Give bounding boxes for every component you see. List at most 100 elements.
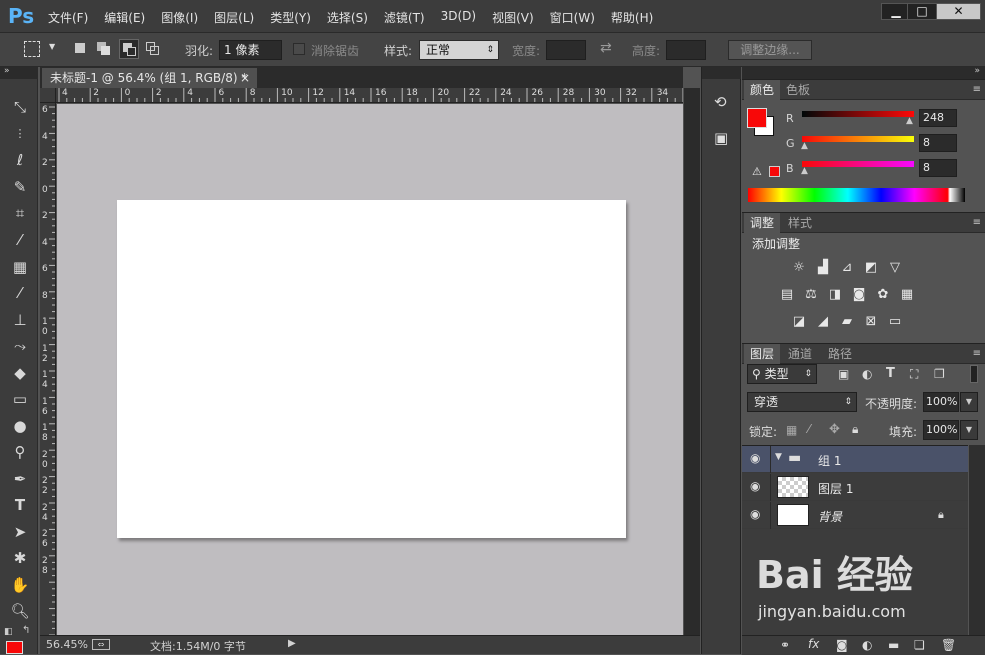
tab-swatches[interactable]: 色板 <box>780 80 816 100</box>
marquee-tool-icon[interactable]: ⋮ <box>9 123 31 145</box>
eyedropper-tool-icon[interactable]: ⁄ <box>9 229 31 251</box>
new-adjustment-layer-icon[interactable]: ◐ <box>862 638 872 652</box>
history-brush-tool-icon[interactable]: ⤳ <box>9 335 31 357</box>
toolbar-collapse-strip[interactable]: » <box>0 66 38 79</box>
layer-name[interactable]: 组 1 <box>818 452 841 469</box>
filter-smart-object-icon[interactable]: ❐ <box>934 367 945 381</box>
r-value-input[interactable]: 248 <box>919 109 957 127</box>
threshold-icon[interactable]: ▰ <box>838 315 856 329</box>
ruler-origin[interactable] <box>40 88 56 103</box>
lasso-tool-icon[interactable]: ℓ <box>9 149 31 171</box>
custom-shape-tool-icon[interactable]: ✱ <box>9 547 31 569</box>
foreground-color-swatch[interactable] <box>747 108 767 128</box>
panel-menu-icon[interactable]: ≡ <box>973 217 981 228</box>
collapse-icon[interactable]: » <box>974 66 980 76</box>
blend-mode-select[interactable]: 穿透 ⇕ <box>747 392 857 412</box>
exposure-icon[interactable]: ◩ <box>862 261 880 275</box>
style-select[interactable]: 正常 ⇕ <box>419 40 499 60</box>
swap-dimensions-icon[interactable]: ⇄ <box>600 40 612 56</box>
zoom-tool-icon[interactable]: 🔍︎ <box>9 600 31 622</box>
subtract-selection-icon[interactable] <box>119 39 139 59</box>
curves-icon[interactable]: ⊿ <box>838 261 856 275</box>
add-selection-icon[interactable] <box>97 42 111 56</box>
tab-channels[interactable]: 通道 <box>782 344 818 364</box>
menu-file[interactable]: 文件(F) <box>40 9 96 26</box>
gamut-color-swatch[interactable] <box>769 166 780 177</box>
blur-tool-icon[interactable]: ● <box>9 415 31 437</box>
visibility-eye-icon[interactable]: ◉ <box>750 479 760 493</box>
panel-menu-icon[interactable]: ≡ <box>973 348 981 359</box>
crop-tool-icon[interactable]: ⌗ <box>9 202 31 224</box>
levels-icon[interactable]: ▟ <box>814 261 832 275</box>
type-tool-icon[interactable]: T <box>9 494 31 516</box>
new-group-icon[interactable]: ▬ <box>888 638 899 652</box>
filter-toggle-switch[interactable] <box>970 365 978 383</box>
fill-dropdown-icon[interactable]: ▼ <box>960 420 978 440</box>
tab-color[interactable]: 颜色 <box>744 80 781 100</box>
vertical-ruler[interactable]: 6 4 2 0 2 4 6 8 1 0 1 2 1 4 1 6 1 8 2 0 … <box>40 103 56 635</box>
gamut-warning-icon[interactable]: ⚠ <box>752 165 762 178</box>
new-selection-icon[interactable] <box>75 43 85 53</box>
dodge-tool-icon[interactable]: ⚲ <box>9 441 31 463</box>
slider-handle-icon[interactable]: ▲ <box>906 116 913 126</box>
green-slider-track[interactable] <box>802 136 914 142</box>
filter-type-icon[interactable]: T <box>886 366 895 381</box>
link-layers-icon[interactable]: ⚭ <box>780 638 790 652</box>
menu-edit[interactable]: 编辑(E) <box>96 9 153 26</box>
tab-paths[interactable]: 路径 <box>822 344 858 364</box>
quick-selection-tool-icon[interactable]: ✎ <box>9 176 31 198</box>
width-input[interactable] <box>546 40 586 60</box>
layer-row-group[interactable]: ◉ ▼ ▬ 组 1 <box>742 446 968 473</box>
restore-button[interactable]: □ <box>907 3 937 20</box>
vibrance-icon[interactable]: ▽ <box>886 261 904 275</box>
menu-image[interactable]: 图像(I) <box>153 9 206 26</box>
layer-row[interactable]: ◉ 图层 1 <box>742 474 968 501</box>
gradient-map-icon[interactable]: ▭ <box>886 315 904 329</box>
gradient-tool-icon[interactable]: ▭ <box>9 388 31 410</box>
trash-icon[interactable]: 🗑︎ <box>941 638 956 652</box>
opacity-input[interactable]: 100% <box>923 392 959 412</box>
b-value-input[interactable]: 8 <box>919 159 957 177</box>
invert-icon[interactable]: ◪ <box>790 315 808 329</box>
menu-select[interactable]: 选择(S) <box>319 9 376 26</box>
menu-3d[interactable]: 3D(D) <box>433 9 484 26</box>
panel-collapse-strip[interactable]: » <box>742 66 985 79</box>
hue-saturation-icon[interactable]: ▤ <box>778 288 796 302</box>
export-preview-icon[interactable]: ⇔ <box>92 639 110 650</box>
lock-transparency-icon[interactable]: ▦ <box>786 423 797 437</box>
add-mask-icon[interactable]: ◙ <box>836 638 848 652</box>
history-panel-icon[interactable]: ⟲ <box>714 93 727 111</box>
vertical-scrollbar[interactable] <box>684 88 700 635</box>
slider-handle-icon[interactable]: ▲ <box>801 141 808 151</box>
photo-filter-icon[interactable]: ◙ <box>850 288 868 302</box>
height-input[interactable] <box>666 40 706 60</box>
menu-filter[interactable]: 滤镜(T) <box>376 9 433 26</box>
lock-pixels-icon[interactable]: ⁄ <box>808 422 810 436</box>
clone-stamp-tool-icon[interactable]: ⊥ <box>9 309 31 331</box>
spot-healing-tool-icon[interactable]: ▦ <box>9 256 31 278</box>
color-lookup-icon[interactable]: ▦ <box>898 288 916 302</box>
tab-styles[interactable]: 样式 <box>782 213 818 233</box>
fill-input[interactable]: 100% <box>923 420 959 440</box>
blue-slider-track[interactable] <box>802 161 914 167</box>
menu-view[interactable]: 视图(V) <box>484 9 542 26</box>
layer-name[interactable]: 背景 <box>818 508 842 525</box>
expand-icon[interactable]: » <box>4 66 10 76</box>
default-colors-icon[interactable]: ◧ <box>4 627 13 637</box>
brightness-contrast-icon[interactable]: ☼ <box>790 261 808 275</box>
posterize-icon[interactable]: ◢ <box>814 315 832 329</box>
chevron-down-icon[interactable]: ▼ <box>49 42 55 51</box>
black-white-icon[interactable]: ◨ <box>826 288 844 302</box>
pen-tool-icon[interactable]: ✒ <box>9 468 31 490</box>
slider-handle-icon[interactable]: ▲ <box>801 166 808 176</box>
swap-colors-icon[interactable]: ↰ <box>22 625 30 636</box>
layer-list-scrollbar[interactable] <box>969 445 985 635</box>
menu-type[interactable]: 类型(Y) <box>262 9 319 26</box>
zoom-level[interactable]: 56.45% <box>46 638 88 651</box>
move-tool-icon[interactable]: ⤡ <box>9 96 31 118</box>
properties-panel-icon[interactable]: ▣ <box>714 129 728 147</box>
antialias-checkbox[interactable] <box>293 43 305 55</box>
menu-help[interactable]: 帮助(H) <box>603 9 661 26</box>
selective-color-icon[interactable]: ⊠ <box>862 315 880 329</box>
visibility-eye-icon[interactable]: ◉ <box>750 507 760 521</box>
